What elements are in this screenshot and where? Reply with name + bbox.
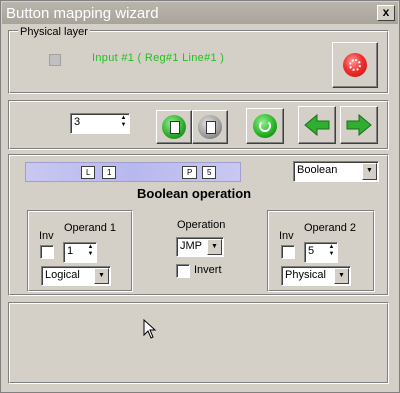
copy-icon (162, 115, 186, 139)
operation-select[interactable]: JMP ▼ (176, 237, 224, 257)
operand1-title: Operand 1 (64, 222, 116, 234)
physical-layer-text: Input #1 ( Reg#1 Line#1 ) (92, 52, 225, 64)
chevron-down-icon[interactable]: ▼ (334, 268, 349, 284)
operand2-kind-select[interactable]: Physical ▼ (281, 266, 351, 286)
status-led (49, 54, 61, 66)
output-panel (8, 302, 389, 384)
operation-type-value: Boolean (297, 164, 338, 176)
operand1-value: 1 (67, 245, 74, 257)
right-layer-box: P (182, 166, 198, 179)
mouse-cursor-icon (143, 319, 157, 339)
operand1-stepper[interactable]: 1 ▲ ▼ (63, 242, 97, 263)
button-index-stepper[interactable]: 3 ▲ ▼ (70, 113, 130, 134)
close-button[interactable]: x (377, 5, 395, 21)
invert-checkbox[interactable] (176, 264, 190, 278)
operation-title: Operation (177, 219, 226, 231)
operation-heading: Boolean operation (137, 186, 252, 201)
copy-button[interactable] (156, 110, 192, 144)
left-layer-number: 1 (102, 166, 117, 179)
operand2-value: 5 (308, 245, 315, 257)
stop-icon (343, 53, 367, 77)
refresh-icon (253, 114, 277, 138)
chevron-down-icon[interactable]: ▼ (94, 268, 109, 284)
operand1-kind-value: Logical (45, 269, 80, 281)
operand2-kind-value: Physical (285, 269, 326, 281)
chevron-down-icon[interactable]: ▼ (207, 239, 222, 255)
previous-button[interactable] (298, 106, 336, 144)
next-button[interactable] (340, 106, 378, 144)
operand2-title: Operand 2 (304, 222, 356, 234)
operand1-kind-select[interactable]: Logical ▼ (41, 266, 111, 286)
operand2-stepper-arrows[interactable]: ▲ ▼ (327, 244, 336, 261)
mapping-strip: L 1 P 5 (25, 162, 241, 182)
operand1-inv-label: Inv (39, 230, 54, 242)
arrow-right-icon (346, 113, 372, 137)
right-layer-number: 5 (202, 166, 217, 179)
operand1-stepper-arrows[interactable]: ▲ ▼ (86, 244, 95, 261)
paste-icon (198, 115, 222, 139)
paste-button[interactable] (192, 110, 228, 144)
stepper-arrows[interactable]: ▲ ▼ (119, 115, 128, 132)
arrow-left-icon (304, 113, 330, 137)
chevron-down-icon[interactable]: ▼ (362, 163, 377, 180)
physical-layer-label: Physical layer (18, 26, 90, 38)
operand1-inv-checkbox[interactable] (40, 245, 54, 259)
operation-value: JMP (180, 240, 202, 252)
operand2-inv-checkbox[interactable] (281, 245, 295, 259)
stop-button[interactable] (332, 42, 378, 88)
title-bar[interactable]: Button mapping wizard x (2, 2, 398, 24)
invert-label: Invert (194, 264, 222, 276)
operand2-stepper[interactable]: 5 ▲ ▼ (304, 242, 338, 263)
close-icon: x (382, 5, 390, 19)
window-title: Button mapping wizard (6, 5, 159, 22)
left-layer-box: L (81, 166, 96, 179)
operand2-inv-label: Inv (279, 230, 294, 242)
output-panel-inner (9, 303, 388, 383)
refresh-button[interactable] (246, 108, 284, 144)
button-index-value: 3 (74, 116, 81, 128)
operation-type-select[interactable]: Boolean ▼ (293, 161, 379, 182)
